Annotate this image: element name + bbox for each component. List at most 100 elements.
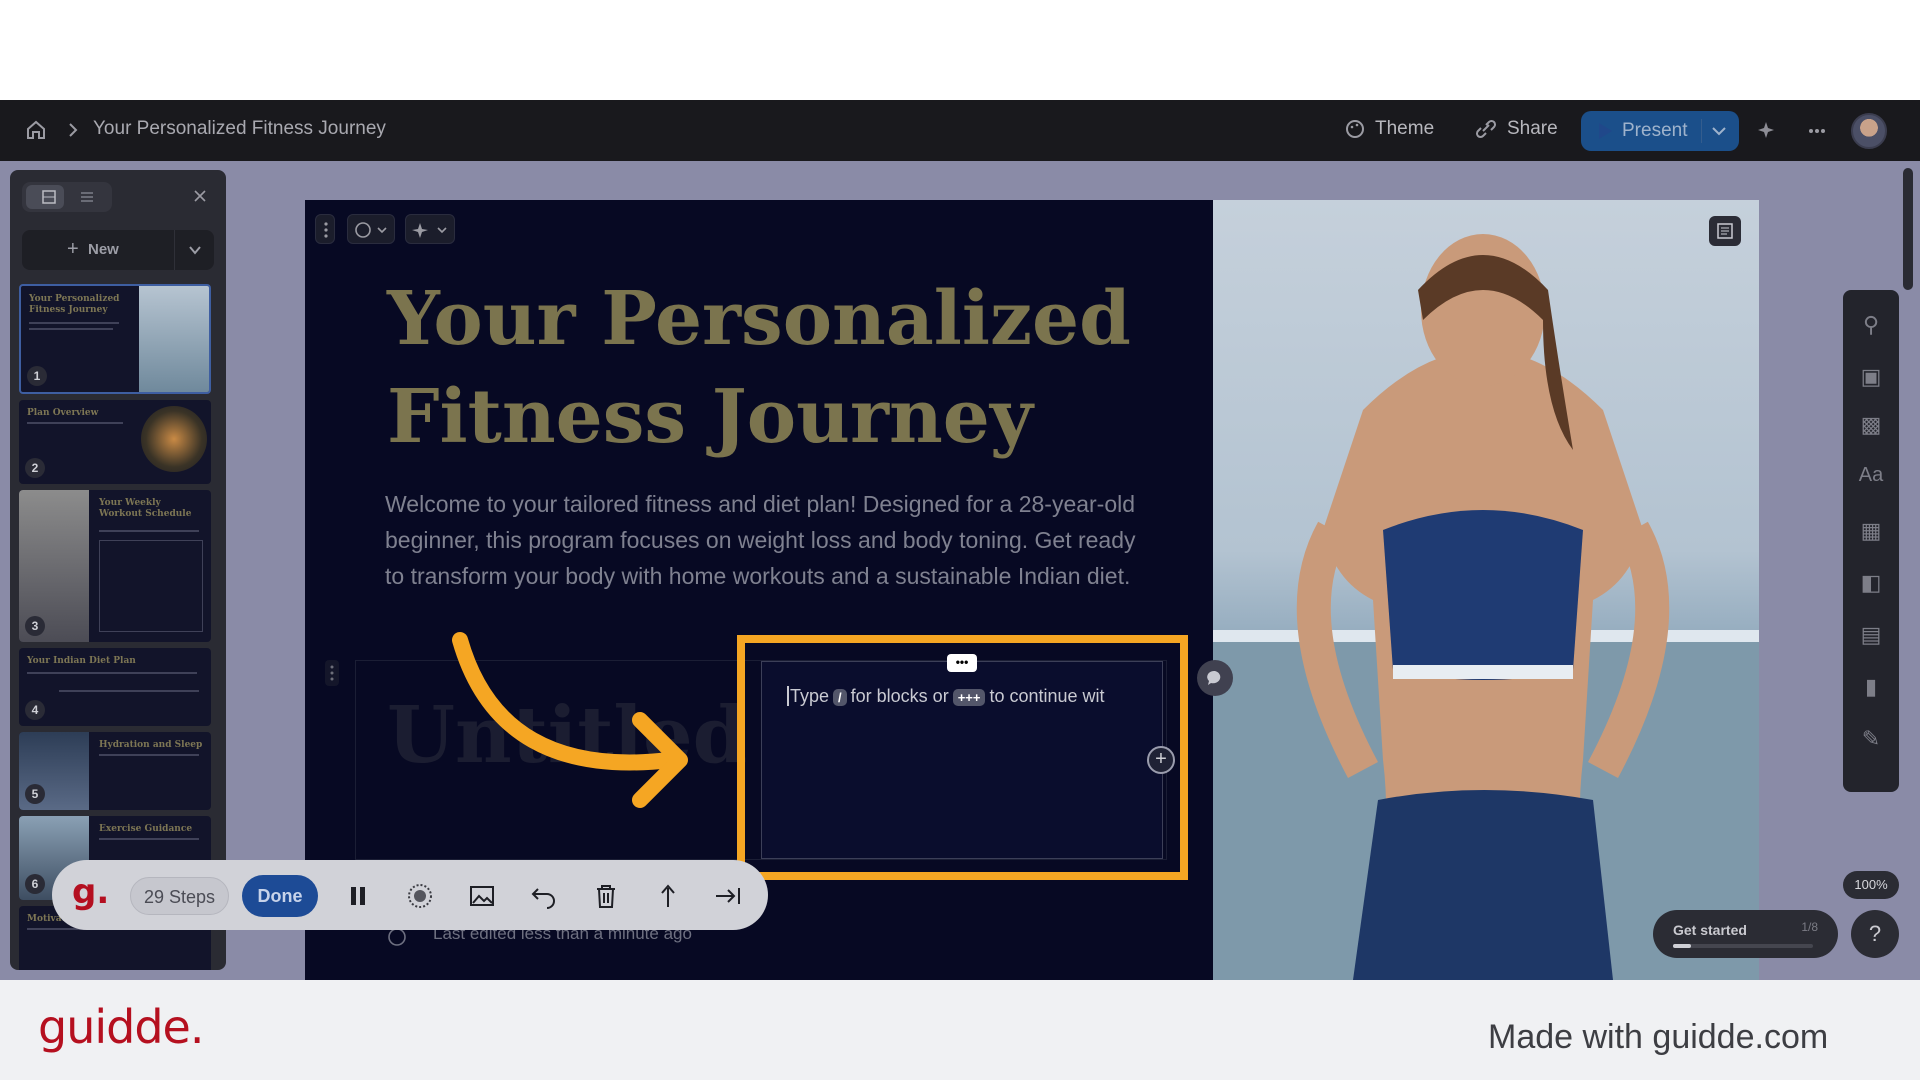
more-icon[interactable]: [1808, 128, 1826, 134]
palette-icon: [1346, 120, 1364, 138]
slide-thumbnail-3[interactable]: Your Weekly Workout Schedule 3: [19, 490, 211, 642]
add-block-button[interactable]: +: [1147, 746, 1175, 774]
share-label: Share: [1507, 118, 1558, 139]
video-icon[interactable]: ◧: [1857, 570, 1885, 595]
thumb-title: Your Weekly Workout Schedule: [99, 498, 192, 519]
add-card-icon[interactable]: ▣: [1857, 364, 1885, 389]
share-button[interactable]: Share: [1475, 118, 1558, 140]
progress-track: [1673, 944, 1813, 948]
slide-image-panel[interactable]: [1213, 200, 1759, 980]
thumb-text: [99, 530, 199, 532]
get-started-label: Get started: [1673, 922, 1747, 938]
thumb-title: Exercise Guidance: [99, 824, 193, 834]
vertical-scrollbar[interactable]: [1903, 168, 1913, 290]
slide-number: 2: [25, 458, 45, 478]
vertical-dots-icon: [330, 665, 334, 681]
notes-icon: [1717, 223, 1733, 239]
export-icon[interactable]: [652, 880, 684, 912]
chart-icon[interactable]: ▮: [1857, 674, 1885, 699]
slide-number: 4: [25, 700, 45, 720]
theme-label: Theme: [1375, 118, 1435, 139]
slide-number: 3: [25, 616, 45, 636]
home-icon[interactable]: [24, 118, 48, 142]
chevron-down-icon[interactable]: [1711, 124, 1727, 138]
guide-highlight-box: [737, 635, 1188, 880]
card-drag-handle[interactable]: [325, 660, 339, 686]
chevron-down-icon[interactable]: [188, 244, 202, 256]
thumb-text: [29, 328, 113, 330]
progress-fill: [1673, 944, 1691, 948]
help-button[interactable]: ?: [1851, 910, 1899, 958]
thumb-text: [99, 754, 199, 756]
clock-icon: [388, 928, 406, 946]
top-margin: [0, 0, 1920, 100]
guidde-logo: g.: [72, 872, 110, 912]
breadcrumb-title[interactable]: Your Personalized Fitness Journey: [93, 118, 386, 140]
get-started-progress: 1/8: [1801, 920, 1818, 934]
zoom-level[interactable]: 100%: [1843, 871, 1899, 899]
theme-button[interactable]: Theme: [1345, 118, 1434, 140]
edit-icon[interactable]: ✎: [1857, 726, 1885, 751]
thumb-title: Hydration and Sleep: [99, 740, 203, 750]
slide-title[interactable]: Your Personalized Fitness Journey: [387, 270, 1147, 466]
sparkle-icon: [412, 223, 447, 238]
close-icon[interactable]: [194, 190, 206, 202]
ai-edit-button[interactable]: [405, 214, 455, 244]
top-bar: Your Personalized Fitness Journey Theme …: [0, 100, 1920, 161]
link-icon: [1475, 119, 1497, 139]
steps-counter[interactable]: 29 Steps: [130, 877, 230, 915]
trash-icon[interactable]: [590, 880, 622, 912]
made-with-text[interactable]: Made with guidde.com: [1488, 1018, 1828, 1057]
notes-button[interactable]: [1709, 216, 1741, 246]
list-icon[interactable]: [80, 190, 94, 204]
thumb-text: [27, 422, 123, 424]
film-icon: [42, 190, 56, 204]
thumb-text: [29, 322, 119, 324]
text-icon[interactable]: Aa: [1857, 464, 1885, 488]
thumb-table: [99, 540, 203, 632]
present-divider: [1701, 119, 1702, 143]
thumb-title: Your Personalized Fitness Journey: [29, 294, 120, 315]
search-icon[interactable]: ⚲: [1857, 312, 1885, 337]
slide-intro-text[interactable]: Welcome to your tailored fitness and die…: [385, 486, 1145, 594]
new-slide-button[interactable]: + New: [22, 230, 214, 270]
new-label: New: [88, 241, 119, 258]
comment-button[interactable]: [1197, 660, 1233, 696]
slide-thumbnail-5[interactable]: Hydration and Sleep 5: [19, 732, 211, 810]
play-icon: [1599, 123, 1612, 139]
palette-icon: [355, 222, 387, 238]
done-button[interactable]: Done: [242, 875, 318, 917]
embed-icon[interactable]: ▤: [1857, 622, 1885, 647]
plus-icon: +: [67, 238, 79, 260]
image-icon[interactable]: ▦: [1857, 518, 1885, 543]
chevron-right-icon: [69, 123, 78, 137]
slide-thumbnail-1[interactable]: Your Personalized Fitness Journey 1: [19, 284, 211, 394]
theme-palette-button[interactable]: [347, 214, 395, 244]
block-menu-button[interactable]: [315, 214, 335, 244]
skip-icon[interactable]: [712, 880, 744, 912]
slide-thumbnail-2[interactable]: Plan Overview 2: [19, 400, 211, 484]
fitness-woman-photo: [1213, 234, 1759, 980]
thumb-text: [99, 838, 199, 840]
guidde-footer: guidde. Made with guidde.com: [0, 980, 1920, 1080]
get-started-button[interactable]: Get started 1/8: [1653, 910, 1838, 958]
undo-icon[interactable]: [528, 880, 560, 912]
thumb-title: Your Indian Diet Plan: [27, 656, 136, 666]
thumb-photo: [139, 286, 209, 392]
ai-sparkle-icon[interactable]: [1758, 120, 1778, 140]
thumb-title: Plan Overview: [27, 408, 99, 418]
slide-thumbnail-4[interactable]: Your Indian Diet Plan 4: [19, 648, 211, 726]
new-divider: [174, 230, 175, 270]
pause-icon[interactable]: [342, 880, 374, 912]
image-icon[interactable]: [466, 880, 498, 912]
present-button[interactable]: Present: [1581, 111, 1739, 151]
guidde-brand-logo[interactable]: guidde.: [38, 1000, 204, 1054]
blur-icon[interactable]: [404, 880, 436, 912]
comment-icon: [1207, 670, 1221, 685]
thumb-text: [59, 690, 199, 692]
layout-icon[interactable]: ▩: [1857, 412, 1885, 437]
slides-sidebar: + New Your Personalized Fitness Journey …: [10, 170, 226, 970]
user-avatar[interactable]: [1851, 113, 1887, 149]
guide-arrow-icon: [452, 632, 688, 808]
view-toggle[interactable]: [22, 182, 112, 212]
